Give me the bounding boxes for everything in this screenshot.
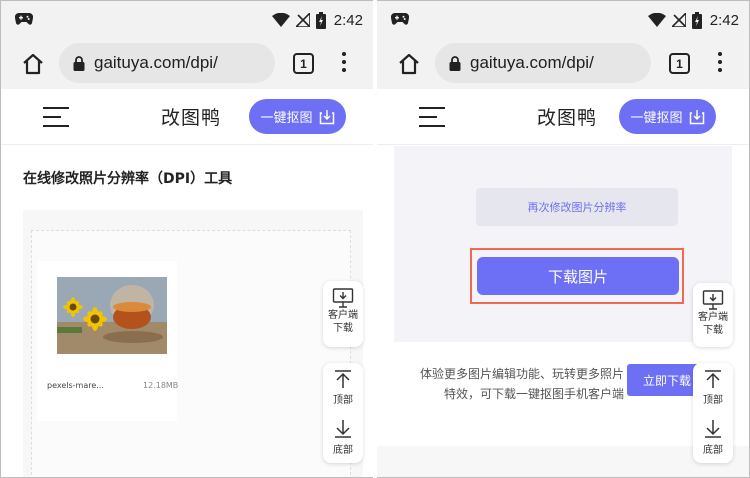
- arrow-down-icon: [335, 420, 351, 438]
- redo-resolution-button[interactable]: 再次修改图片分辨率: [476, 188, 678, 226]
- one-click-cutout-button[interactable]: 一键抠图: [619, 99, 716, 134]
- lock-icon: [449, 55, 461, 71]
- page-title: 在线修改照片分辨率（DPI）工具: [23, 171, 233, 187]
- arrow-down-icon: [705, 420, 721, 438]
- url-text: gaituya.com/dpi/: [470, 53, 594, 72]
- back-to-top-button[interactable]: 顶部: [323, 363, 363, 413]
- result-panel: 再次修改图片分辨率 下载图片: [394, 146, 732, 342]
- promo-text-line1: 体验更多图片编辑功能、玩转更多照片: [419, 367, 624, 381]
- site-header: 改图鸭 一键抠图: [1, 89, 373, 145]
- client-label-line2: 下载: [703, 325, 723, 336]
- scroll-float-group: 顶部 底部: [693, 363, 733, 463]
- top-label: 顶部: [703, 395, 723, 406]
- one-click-cutout-button[interactable]: 一键抠图: [249, 99, 346, 134]
- gamepad-icon: [15, 12, 33, 25]
- site-logo[interactable]: 改图鸭: [161, 103, 221, 130]
- scroll-float-group: 顶部 底部: [323, 363, 363, 463]
- bottom-label: 底部: [703, 445, 723, 456]
- page-content: 在线修改照片分辨率（DPI）工具 pexels-mare... 12.18MB: [1, 146, 373, 477]
- status-bar: 2:42: [1, 1, 373, 39]
- battery-charging-icon: [315, 11, 326, 29]
- top-label: 顶部: [333, 395, 353, 406]
- file-card[interactable]: pexels-mare... 12.18MB: [37, 261, 179, 421]
- arrow-up-icon: [705, 370, 721, 388]
- site-header: 改图鸭 一键抠图: [377, 89, 749, 145]
- promo-text: 体验更多图片编辑功能、玩转更多照片 特效，可下载一键抠图手机客户端: [394, 364, 624, 404]
- client-label-line1: 客户端: [328, 310, 358, 321]
- browser-menu-icon[interactable]: [337, 52, 351, 74]
- cta-label: 一键抠图: [260, 111, 313, 126]
- client-label-line1: 客户端: [698, 312, 728, 323]
- left-screen: 2:42 gaituya.com/dpi/ 1 改图鸭 一键抠图 在线修改照片分…: [1, 1, 373, 477]
- gamepad-icon: [391, 12, 409, 25]
- home-icon[interactable]: [21, 52, 45, 76]
- bottom-label: 底部: [333, 445, 353, 456]
- cta-label: 一键抠图: [630, 111, 683, 126]
- client-download-float-button[interactable]: 客户端 下载: [323, 281, 363, 347]
- file-name: pexels-mare...: [47, 381, 104, 390]
- client-label-line2: 下载: [333, 323, 353, 334]
- go-to-bottom-button[interactable]: 底部: [323, 413, 363, 463]
- browser-address-bar: gaituya.com/dpi/ 1: [1, 39, 373, 89]
- download-box-icon: [319, 109, 334, 124]
- site-logo[interactable]: 改图鸭: [537, 103, 597, 130]
- download-box-icon: [689, 109, 704, 124]
- download-image-button[interactable]: 下载图片: [477, 257, 679, 295]
- image-thumbnail: [57, 277, 167, 354]
- browser-menu-icon[interactable]: [713, 52, 727, 74]
- monitor-download-icon: [332, 288, 354, 308]
- url-field[interactable]: gaituya.com/dpi/: [59, 43, 275, 83]
- back-to-top-button[interactable]: 顶部: [693, 363, 733, 413]
- wifi-icon: [271, 13, 290, 27]
- tab-switcher-button[interactable]: 1: [293, 53, 314, 74]
- home-icon[interactable]: [397, 52, 421, 76]
- monitor-download-icon: [702, 290, 724, 310]
- wifi-icon: [647, 13, 666, 27]
- no-signal-icon: [671, 13, 686, 27]
- url-field[interactable]: gaituya.com/dpi/: [435, 43, 651, 83]
- hamburger-menu-icon[interactable]: [43, 107, 69, 127]
- status-bar: 2:42: [377, 1, 749, 39]
- app-promo: 体验更多图片编辑功能、玩转更多照片 特效，可下载一键抠图手机客户端 立即下载: [394, 350, 732, 442]
- file-size: 12.18MB: [143, 381, 179, 390]
- go-to-bottom-button[interactable]: 底部: [693, 413, 733, 463]
- url-text: gaituya.com/dpi/: [94, 53, 218, 72]
- status-time: 2:42: [333, 11, 363, 29]
- battery-charging-icon: [691, 11, 702, 29]
- right-screen: 2:42 gaituya.com/dpi/ 1 改图鸭 一键抠图 再次修改图片分…: [377, 1, 749, 477]
- status-time: 2:42: [709, 11, 739, 29]
- hamburger-menu-icon[interactable]: [419, 107, 445, 127]
- tab-switcher-button[interactable]: 1: [669, 53, 690, 74]
- browser-address-bar: gaituya.com/dpi/ 1: [377, 39, 749, 89]
- upload-area: pexels-mare... 12.18MB: [23, 210, 363, 477]
- no-signal-icon: [295, 13, 310, 27]
- client-download-float-button[interactable]: 客户端 下载: [693, 283, 733, 347]
- upload-dropzone[interactable]: pexels-mare... 12.18MB: [31, 230, 351, 477]
- promo-text-line2: 特效，可下载一键抠图手机客户端: [443, 387, 624, 401]
- highlight-box: 下载图片: [470, 248, 684, 304]
- arrow-up-icon: [335, 370, 351, 388]
- lock-icon: [73, 55, 85, 71]
